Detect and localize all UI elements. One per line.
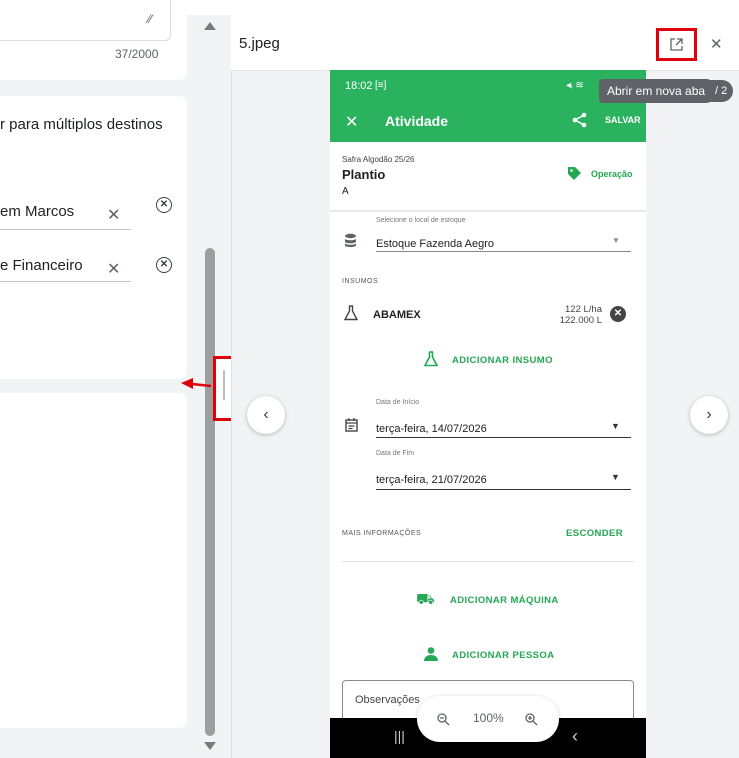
dropdown-arrow-icon: ▼ bbox=[612, 236, 620, 245]
remove-recipient-icon[interactable]: ✕ bbox=[156, 257, 172, 273]
tag-icon bbox=[568, 167, 581, 180]
add-insumo-button[interactable]: ADICIONAR INSUMO bbox=[452, 355, 553, 366]
stock-value: Estoque Fazenda Aegro bbox=[376, 238, 495, 250]
clear-icon[interactable]: ✕ bbox=[107, 205, 120, 225]
start-date-label: Data de Início bbox=[376, 399, 420, 406]
dropdown-arrow-icon: ▼ bbox=[611, 421, 620, 431]
share-icon[interactable] bbox=[572, 112, 588, 128]
message-card: ⁄⁄ 37/2000 bbox=[0, 0, 187, 80]
zoom-level: 100% bbox=[473, 711, 504, 725]
open-external-icon bbox=[670, 38, 683, 51]
activity-sub: A bbox=[342, 186, 349, 197]
zoom-controls: 100% bbox=[417, 696, 559, 742]
recipient-name: em Marcos bbox=[0, 203, 75, 220]
screen-title: Atividade bbox=[385, 113, 449, 129]
resize-handle-icon[interactable]: ⁄⁄ bbox=[148, 12, 152, 26]
close-icon[interactable]: ✕ bbox=[345, 112, 358, 132]
activity-name: Plantio bbox=[342, 167, 386, 182]
chevron-right-icon: › bbox=[706, 406, 712, 423]
phone-screenshot: 18:02 [≡] ◂ᵢ ≋ ✕ Atividade SALVAR Safra … bbox=[330, 70, 646, 758]
scroll-up-arrow-icon[interactable] bbox=[204, 22, 216, 30]
divider bbox=[330, 210, 646, 212]
previous-image-button[interactable]: ‹ bbox=[247, 396, 285, 434]
start-date-value: terça-feira, 14/07/2026 bbox=[376, 423, 487, 435]
stock-field-label: Selecione o local de estoque bbox=[376, 217, 466, 224]
hide-button[interactable]: ESCONDER bbox=[566, 528, 623, 539]
save-button[interactable]: SALVAR bbox=[605, 115, 641, 125]
calendar-icon bbox=[345, 418, 358, 432]
recipient-field-1[interactable]: em Marcos ✕ bbox=[0, 203, 131, 230]
screenshot-icon: [≡] bbox=[375, 80, 387, 91]
end-date-value: terça-feira, 21/07/2026 bbox=[376, 474, 487, 486]
zoom-out-icon[interactable] bbox=[437, 713, 450, 726]
add-person-button[interactable]: ADICIONAR PESSOA bbox=[452, 650, 554, 661]
chevron-left-icon: ‹ bbox=[263, 406, 269, 423]
flask-icon bbox=[344, 305, 358, 321]
tractor-icon: ⛟ bbox=[416, 591, 435, 608]
page-indicator: / 2 bbox=[709, 80, 734, 102]
remove-insumo-icon[interactable]: ✕ bbox=[610, 306, 626, 322]
recents-icon[interactable]: ||| bbox=[394, 728, 405, 744]
operation-tag[interactable]: Operação bbox=[591, 169, 633, 179]
observations-placeholder: Observações bbox=[355, 694, 420, 706]
dropdown-arrow-icon: ▼ bbox=[611, 472, 620, 482]
end-date-select[interactable]: terça-feira, 21/07/2026 ▼ bbox=[376, 470, 631, 490]
signal-wifi-icon: ◂ᵢ ≋ bbox=[566, 80, 584, 91]
multi-destination-text: r para múltiplos destinos bbox=[0, 116, 163, 133]
end-date-label: Data de Fim bbox=[376, 450, 415, 457]
close-icon[interactable]: ✕ bbox=[710, 35, 723, 53]
file-name: 5.jpeg bbox=[239, 35, 280, 52]
safra-label: Safra Algodão 25/26 bbox=[342, 155, 415, 164]
clear-icon[interactable]: ✕ bbox=[107, 259, 120, 279]
add-machine-button[interactable]: ADICIONAR MÁQUINA bbox=[450, 595, 559, 606]
flask-add-icon bbox=[424, 351, 438, 367]
back-icon[interactable]: ‹ bbox=[572, 726, 578, 747]
message-textarea[interactable] bbox=[0, 0, 171, 41]
insumo-name: ABAMEX bbox=[373, 309, 421, 321]
zoom-in-icon[interactable] bbox=[525, 713, 538, 726]
remove-recipient-icon[interactable]: ✕ bbox=[156, 197, 172, 213]
person-icon bbox=[424, 647, 438, 661]
tooltip-text: Abrir em nova aba bbox=[607, 84, 706, 98]
insumos-header: INSUMOS bbox=[342, 278, 379, 285]
tooltip: Abrir em nova aba bbox=[599, 79, 712, 103]
recipient-name: e Financeiro bbox=[0, 257, 83, 274]
insumo-total: 122.000 L bbox=[559, 315, 602, 326]
next-image-button[interactable]: › bbox=[690, 396, 728, 434]
more-info-header: MAIS INFORMAÇÕES bbox=[342, 530, 422, 537]
page-count: / 2 bbox=[715, 85, 728, 97]
empty-card bbox=[0, 393, 187, 728]
recipients-card: r para múltiplos destinos em Marcos ✕ ✕ … bbox=[0, 96, 187, 379]
stock-select[interactable]: Estoque Fazenda Aegro ▼ bbox=[376, 234, 631, 252]
status-time: 18:02 bbox=[345, 80, 373, 92]
char-counter: 37/2000 bbox=[115, 47, 159, 61]
insumo-rate: 122 L/ha bbox=[565, 304, 602, 315]
start-date-select[interactable]: terça-feira, 14/07/2026 ▼ bbox=[376, 419, 631, 438]
divider bbox=[342, 561, 634, 562]
scroll-down-arrow-icon[interactable] bbox=[204, 742, 216, 750]
recipient-field-2[interactable]: e Financeiro ✕ bbox=[0, 257, 131, 282]
database-icon bbox=[345, 233, 356, 248]
scrollbar-thumb[interactable] bbox=[205, 248, 215, 736]
